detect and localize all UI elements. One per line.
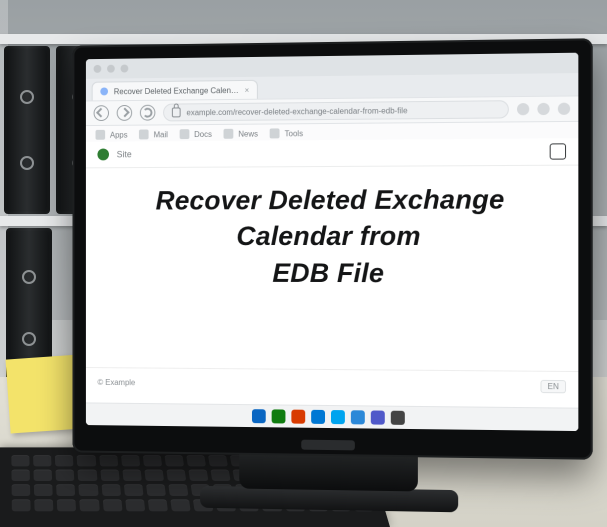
page-header: Site [86,138,578,168]
bookmark-item[interactable]: Mail [139,129,168,139]
taskbar-app-icon[interactable] [371,410,385,424]
bookmark-icon [139,129,149,139]
browser-tab[interactable]: Recover Deleted Exchange Calen… × [92,80,258,101]
close-icon[interactable]: × [245,85,250,94]
bookmark-item[interactable]: Apps [96,130,128,140]
bookmark-icon [224,129,234,139]
footer-badge: EN [540,379,566,392]
screen: Recover Deleted Exchange Calen… × exampl… [86,53,578,431]
scene-root: Recover Deleted Exchange Calen… × exampl… [0,0,607,527]
browser-toolbar: example.com/recover-deleted-exchange-cal… [86,95,578,126]
address-bar[interactable]: example.com/recover-deleted-exchange-cal… [163,100,509,121]
bookmark-item[interactable]: News [224,129,258,139]
bookmark-icon [180,129,190,139]
headline-line: Calendar from [86,218,578,255]
taskbar-app-icon[interactable] [391,411,405,425]
monitor-brand-icon [301,440,355,451]
taskbar-app-icon[interactable] [331,410,345,424]
bookmark-label: Mail [154,130,168,139]
os-taskbar [86,402,578,431]
bookmark-label: Tools [285,129,303,138]
taskbar-app-icon[interactable] [252,409,266,423]
taskbar-app-icon[interactable] [272,409,286,423]
bookmark-item[interactable]: Docs [180,129,212,139]
monitor: Recover Deleted Exchange Calen… × exampl… [72,38,592,459]
binder-ring-icon [22,332,36,346]
bookmark-icon [270,128,280,138]
window-control-icon[interactable] [107,65,115,73]
bookmark-icon [96,130,106,140]
bookmark-item[interactable]: Tools [270,128,303,138]
lock-icon [172,107,181,117]
taskbar-app-icon[interactable] [291,410,305,424]
headline-line: EDB File [86,255,578,292]
forward-icon[interactable] [117,105,132,121]
footer-text: © Example [97,377,135,386]
window-control-icon[interactable] [94,65,102,73]
site-logo-icon[interactable] [97,149,109,161]
tab-title: Recover Deleted Exchange Calen… [114,86,239,96]
site-name: Site [117,149,132,159]
binder-ring-icon [20,156,34,170]
webpage-body: Site Recover Deleted Exchange Calendar f… [86,138,578,431]
bookmark-label: Docs [194,129,212,138]
taskbar-app-icon[interactable] [311,410,325,424]
page-action-icon[interactable] [550,143,566,159]
bookmark-label: Apps [110,130,128,139]
extension-icon[interactable] [517,103,529,115]
window-control-icon[interactable] [121,65,129,73]
profile-icon[interactable] [537,103,549,115]
url-text: example.com/recover-deleted-exchange-cal… [186,106,407,117]
binder [4,46,50,214]
reload-icon[interactable] [140,105,155,121]
back-icon[interactable] [94,105,109,121]
page-footer: © Example EN [86,367,578,401]
favicon-icon [100,87,108,95]
taskbar-app-icon[interactable] [351,410,365,424]
bookmark-label: News [238,129,258,138]
binder-ring-icon [22,270,36,284]
headline-line: Recover Deleted Exchange [86,181,578,219]
page-headline: Recover Deleted Exchange Calendar from E… [86,181,578,292]
binder-ring-icon [20,90,34,104]
monitor-stand [200,486,458,512]
menu-icon[interactable] [558,103,570,115]
